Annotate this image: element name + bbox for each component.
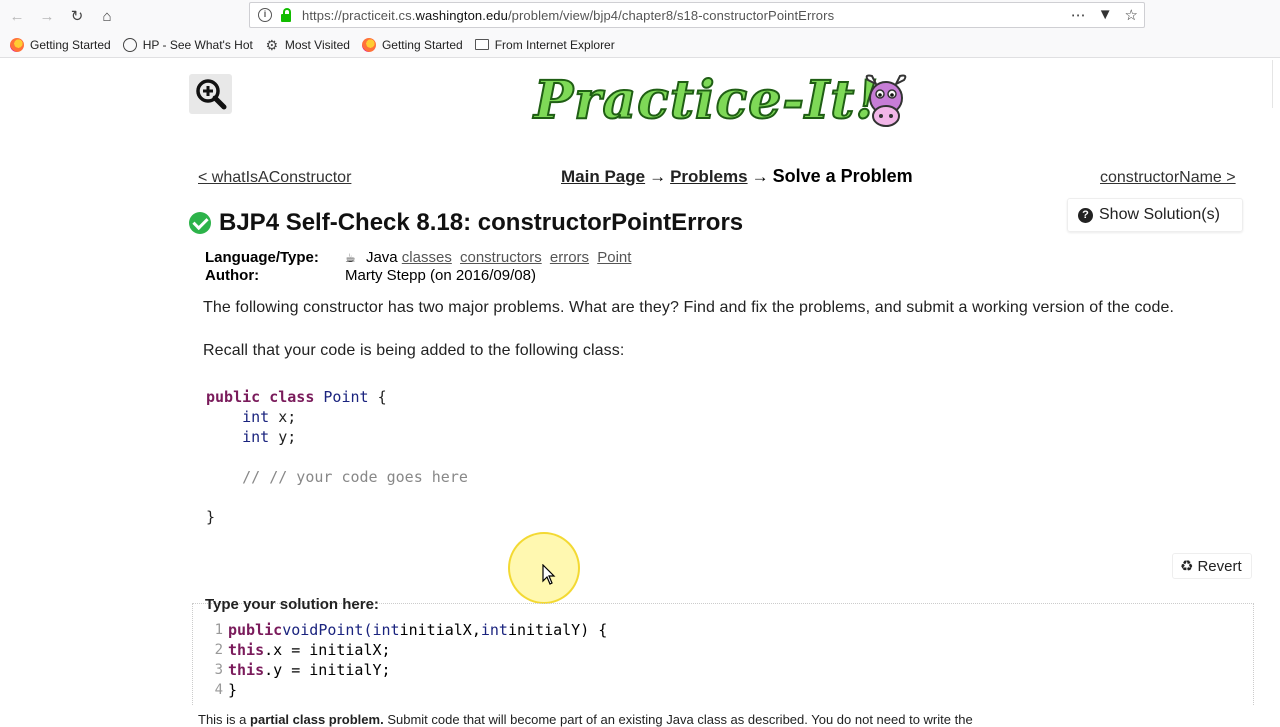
pocket-icon[interactable]: ▼ (1098, 6, 1113, 24)
bookmark-getting-started-2[interactable]: Getting Started (361, 37, 463, 52)
bookmarks-bar: Getting Started HP - See What's Hot ⚙ Mos… (0, 32, 1280, 58)
bookmark-from-ie[interactable]: From Internet Explorer (474, 38, 615, 52)
problem-navigation: < whatIsAConstructor Main Page → Problems →… (0, 166, 1280, 190)
cow-mascot-icon (865, 74, 907, 127)
show-solutions-button[interactable]: ? Show Solution(s) (1067, 198, 1243, 232)
tag-constructors[interactable]: constructors (460, 249, 542, 266)
solution-label: Type your solution here: (205, 596, 379, 613)
java-cup-icon: ☕ (345, 251, 356, 265)
tag-classes[interactable]: classes (402, 249, 452, 266)
solved-check-icon (189, 212, 211, 234)
problem-header: BJP4 Self-Check 8.18: constructorPointEr… (189, 209, 743, 237)
recycle-icon: ♻ (1180, 558, 1194, 575)
folder-icon (474, 39, 489, 50)
zoom-in-icon (195, 79, 226, 110)
breadcrumb-main-page[interactable]: Main Page (561, 167, 645, 186)
breadcrumb-current: Solve a Problem (772, 166, 913, 186)
code-line[interactable]: 1 public void Point(int initialX, int ini… (205, 620, 608, 640)
mouse-pointer-icon (542, 564, 556, 585)
code-line[interactable]: 2 this .x = initialX; (205, 640, 607, 660)
revert-button[interactable]: ♻ Revert (1172, 553, 1252, 579)
prev-problem-link[interactable]: < whatIsAConstructor (198, 169, 351, 187)
breadcrumb-problems[interactable]: Problems (670, 167, 747, 186)
next-problem-link[interactable]: constructorName > (1100, 169, 1236, 187)
problem-metadata: Language/Type: ☕ Java classes constructo… (205, 249, 635, 285)
code-line[interactable]: 4} (205, 680, 607, 700)
bookmark-getting-started[interactable]: Getting Started (10, 37, 111, 52)
scrollbar[interactable] (1272, 60, 1280, 108)
browser-toolbar: ← → ↻ ⌂ i https://practiceit.cs.washingt… (0, 0, 1280, 32)
back-arrow-icon[interactable]: ← (4, 3, 30, 29)
breadcrumb: Main Page → Problems → Solve a Problem (561, 166, 913, 186)
firefox-icon (10, 37, 24, 52)
problem-description: The following constructor has two major … (203, 299, 1175, 316)
problem-title: BJP4 Self-Check 8.18: constructorPointEr… (219, 209, 744, 236)
language-value: Java (365, 249, 398, 266)
code-line[interactable]: 3 this .y = initialY; (205, 660, 607, 680)
info-icon[interactable]: i (258, 8, 272, 22)
question-icon: ? (1078, 207, 1093, 223)
zoom-button[interactable] (189, 74, 232, 114)
url-text[interactable]: https://practiceit.cs.washington.edu/pro… (302, 8, 834, 23)
bookmark-hp[interactable]: HP - See What's Hot (122, 37, 253, 52)
bookmark-star-icon[interactable]: ☆ (1125, 6, 1138, 24)
tag-errors[interactable]: errors (550, 249, 589, 266)
firefox-icon (361, 37, 376, 52)
gear-icon: ⚙ (265, 36, 279, 53)
reload-icon[interactable]: ↻ (64, 3, 90, 29)
author-value: Marty Stepp (on 2016/09/08) (345, 267, 536, 284)
author-label: Author: (205, 267, 260, 284)
bookmark-most-visited[interactable]: ⚙ Most Visited (265, 38, 350, 52)
lock-icon[interactable] (280, 8, 292, 22)
globe-icon (122, 37, 137, 52)
address-bar[interactable]: i https://practiceit.cs.washington.edu/p… (249, 2, 1145, 28)
home-icon[interactable]: ⌂ (94, 3, 120, 29)
practice-it-logo[interactable]: Practice-It! (533, 69, 914, 136)
recall-text: Recall that your code is being added to … (203, 342, 625, 359)
class-code-block: public class Point { int x; int y; // //… (206, 388, 468, 526)
tag-point[interactable]: Point (597, 249, 631, 266)
language-label: Language/Type: (205, 249, 319, 266)
forward-arrow-icon[interactable]: → (34, 3, 60, 29)
more-actions-icon[interactable]: ⋯ (1071, 6, 1086, 24)
solution-code-editor[interactable]: 1 public void Point(int initialX, int ini… (205, 620, 608, 700)
